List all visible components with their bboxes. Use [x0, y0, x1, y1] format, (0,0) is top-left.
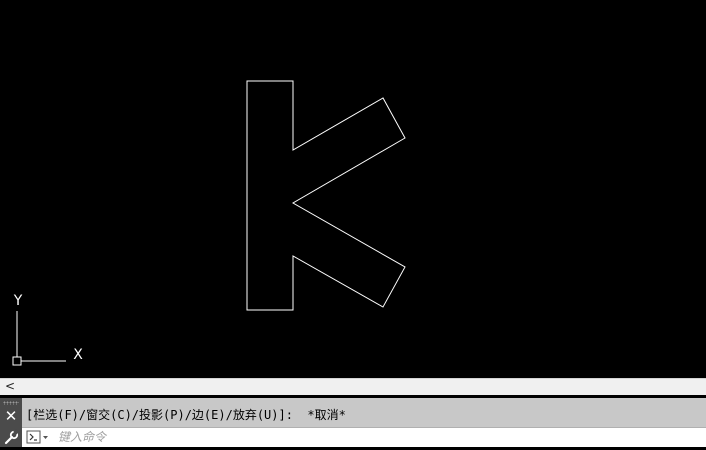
ucs-origin-box — [12, 356, 22, 366]
command-line-side-strip: ✕ — [0, 398, 22, 447]
ucs-y-label: Y — [13, 293, 23, 309]
command-history-line: [栏选(F)/窗交(C)/投影(P)/边(E)/放弃(U)]: *取消* — [26, 408, 346, 422]
close-command-line-button[interactable]: ✕ — [0, 407, 22, 425]
command-input-row — [22, 427, 706, 447]
drawing-canvas[interactable]: Y X — [0, 0, 706, 378]
ucs-x-label: X — [73, 347, 83, 363]
command-input[interactable] — [58, 428, 698, 446]
drawing-svg[interactable]: Y X — [0, 0, 706, 378]
customize-wrench-icon[interactable] — [0, 428, 22, 446]
ucs-icon — [12, 311, 66, 366]
command-prompt-dropdown-icon[interactable] — [26, 430, 50, 445]
scroll-left-arrow-icon[interactable]: < — [4, 379, 16, 395]
command-line-panel: ✕ [栏选(F)/窗交(C)/投影(P)/边(E)/放弃(U)]: *取消* — [0, 398, 706, 447]
k-shape-outline[interactable] — [246, 80, 406, 311]
drag-grip-icon[interactable] — [3, 401, 19, 405]
horizontal-scrollbar[interactable]: < — [0, 378, 706, 395]
